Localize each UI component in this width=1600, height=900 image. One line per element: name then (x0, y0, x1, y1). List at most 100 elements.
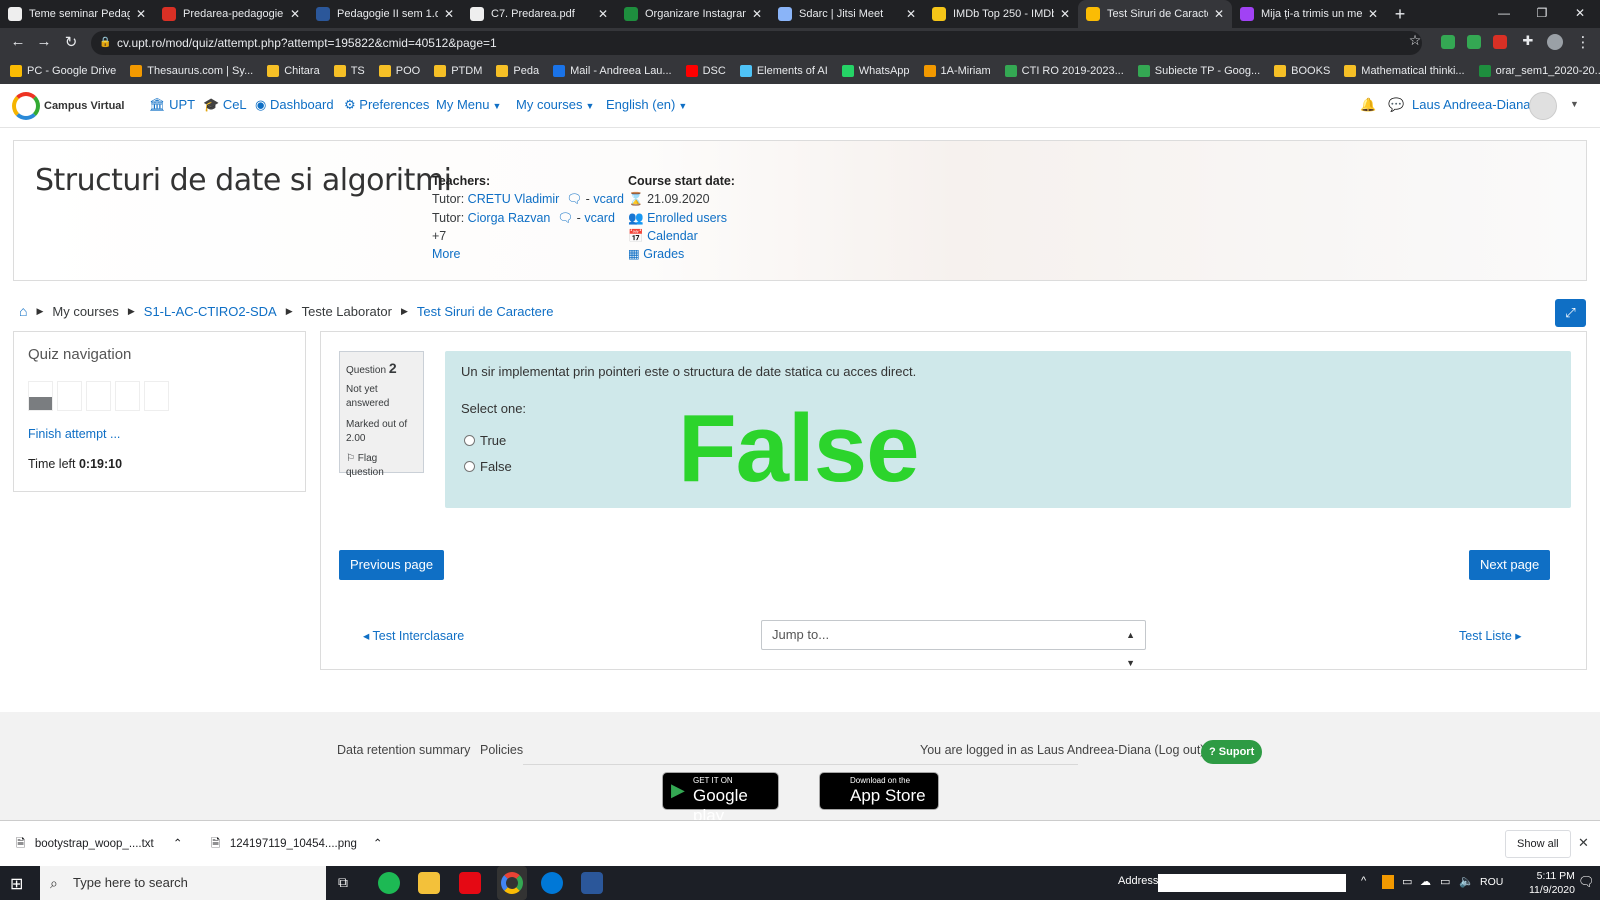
tray-chevron-icon[interactable]: ^ (1361, 875, 1366, 887)
campus-virtual-logo[interactable]: Campus Virtual (12, 92, 125, 120)
puzzle-icon[interactable]: ✚ (1518, 33, 1538, 49)
minimize-window-button[interactable]: — (1485, 0, 1523, 28)
chat-icon[interactable]: 💬 (1388, 97, 1404, 113)
address-bar[interactable]: 🔒 cv.upt.ro/mod/quiz/attempt.php?attempt… (91, 31, 1422, 55)
breadcrumb-course[interactable]: S1-L-AC-CTIRO2-SDA (144, 304, 277, 319)
chevron-up-icon[interactable]: ⌃ (373, 838, 383, 850)
tab-close-icon[interactable]: ✕ (444, 7, 454, 21)
tutor-link[interactable]: Ciorga Razvan (468, 211, 551, 225)
user-avatar[interactable] (1529, 92, 1557, 120)
windows-start-icon[interactable]: ⊞ (10, 874, 23, 894)
previous-page-button[interactable]: Previous page (339, 550, 445, 580)
tab-close-icon[interactable]: ✕ (290, 7, 300, 21)
reload-icon[interactable]: ↻ (61, 33, 81, 51)
browser-tab[interactable]: Teme seminar Pedagog ✕ (0, 0, 154, 28)
forward-icon[interactable]: → (34, 33, 54, 50)
task-view-icon[interactable]: ⧉ (338, 874, 348, 891)
bookmark-item[interactable]: orar_sem1_2020-20... (1478, 65, 1600, 77)
expand-icon[interactable]: ⤢ (1555, 299, 1586, 327)
radio-false[interactable] (464, 461, 475, 472)
system-clock[interactable]: 5:11 PM 11/9/2020 (1529, 869, 1575, 897)
more-link[interactable]: More (432, 247, 460, 261)
restore-window-button[interactable]: ❐ (1523, 0, 1561, 28)
radio-true[interactable] (464, 435, 475, 446)
option-true[interactable]: True (464, 433, 506, 448)
home-icon[interactable]: ⌂ (19, 303, 27, 319)
nav-preferences[interactable]: ⚙ Preferences (344, 97, 429, 113)
browser-tab[interactable]: Organizare Instagram - ✕ (616, 0, 770, 28)
bookmark-item[interactable]: Peda (496, 65, 539, 77)
network-icon[interactable]: ▭ (1402, 875, 1412, 888)
question-nav-button[interactable] (115, 381, 140, 411)
volume-icon[interactable]: 🔈 (1459, 874, 1474, 888)
spotify-icon[interactable] (378, 872, 400, 894)
bookmark-item[interactable]: Mathematical thinki... (1344, 65, 1465, 77)
bookmark-item[interactable]: Chitara (267, 65, 320, 77)
notification-icon[interactable]: 🗨 (1578, 874, 1595, 890)
data-retention-link[interactable]: Data retention summary (337, 743, 470, 757)
bell-icon[interactable]: 🔔 (1360, 97, 1376, 113)
policies-link[interactable]: Policies (480, 743, 523, 757)
bookmark-item[interactable]: CTI RO 2019-2023... (1004, 65, 1124, 77)
jump-to-select[interactable]: Jump to... ▲ ▼ (761, 620, 1146, 668)
edge-icon[interactable] (541, 872, 563, 894)
bookmark-item[interactable]: POO (378, 65, 420, 77)
show-all-button[interactable]: Show all (1505, 830, 1571, 858)
nav-language[interactable]: English (en) ▼ (606, 97, 687, 112)
user-menu-caret-icon[interactable]: ▼ (1570, 99, 1579, 109)
finish-attempt-link[interactable]: Finish attempt ... (28, 427, 120, 441)
profile-avatar[interactable] (1547, 34, 1563, 50)
browser-tab[interactable]: Pedagogie II sem 1.doc ✕ (308, 0, 462, 28)
vcard-link[interactable]: vcard (584, 211, 615, 225)
close-shelf-icon[interactable]: ✕ (1578, 835, 1589, 851)
nav-dashboard[interactable]: ◉ Dashboard (255, 97, 334, 113)
grades-link[interactable]: Grades (643, 247, 684, 261)
bookmark-item[interactable]: Elements of AI (739, 65, 828, 77)
download-item[interactable]: 🗎 124197119_10454....png ⌃ (211, 821, 383, 867)
input-language[interactable]: ROU (1480, 876, 1503, 888)
nav-cel[interactable]: 🎓 CeL (203, 97, 247, 113)
extension-icon[interactable] (1467, 35, 1481, 49)
message-icon[interactable]: 🗨 (566, 192, 582, 206)
bookmark-item[interactable]: Thesaurus.com | Sy... (130, 65, 253, 77)
breadcrumb-my-courses[interactable]: My courses (52, 304, 118, 319)
question-nav-button[interactable] (144, 381, 169, 411)
taskbar-search[interactable]: ⌕ Type here to search (40, 866, 326, 900)
tab-close-icon[interactable]: ✕ (598, 7, 608, 21)
bookmark-star-icon[interactable]: ☆ (1405, 32, 1425, 49)
option-false-label[interactable]: False (480, 459, 512, 474)
extension-icon[interactable] (1441, 35, 1455, 49)
browser-tab[interactable]: Mija ți-a trimis un mes ✕ (1232, 0, 1386, 28)
option-true-label[interactable]: True (480, 433, 506, 448)
bookmark-item[interactable]: TS (333, 65, 365, 77)
menu-dots-icon[interactable]: ⋮ (1573, 33, 1593, 51)
word-icon[interactable] (581, 872, 603, 894)
prev-activity-link[interactable]: ◂ Test Interclasare (363, 628, 464, 643)
chevron-up-icon[interactable]: ⌃ (173, 838, 183, 850)
bookmark-item[interactable]: PC - Google Drive (10, 65, 116, 77)
question-nav-button[interactable] (86, 381, 111, 411)
question-nav-button[interactable] (28, 381, 53, 411)
cloud-icon[interactable]: ☁ (1420, 875, 1431, 888)
bookmark-item[interactable]: PTDM (434, 65, 482, 77)
bookmark-item[interactable]: Mail - Andreea Lau... (553, 65, 672, 77)
new-tab-button[interactable]: + (1386, 0, 1414, 28)
close-window-button[interactable]: ✕ (1561, 0, 1599, 28)
breadcrumb-quiz[interactable]: Test Siruri de Caractere (417, 304, 554, 319)
tray-app-icon[interactable] (1382, 875, 1394, 889)
option-false[interactable]: False (464, 459, 512, 474)
tutor-link[interactable]: CRETU Vladimir (468, 192, 560, 206)
extension-icon[interactable] (1493, 35, 1507, 49)
flag-question[interactable]: ⚐ Flag question (346, 452, 417, 480)
message-icon[interactable]: 🗨 (557, 211, 573, 225)
netflix-icon[interactable] (459, 872, 481, 894)
nav-my-menu[interactable]: My Menu ▼ (436, 97, 501, 112)
nav-upt[interactable]: 🏛 UPT (149, 97, 195, 113)
breadcrumb-section[interactable]: Teste Laborator (302, 304, 392, 319)
next-page-button[interactable]: Next page (1469, 550, 1551, 580)
tab-close-icon[interactable]: ✕ (1368, 7, 1378, 21)
chrome-taskbar-button[interactable] (497, 866, 527, 900)
calendar-link[interactable]: Calendar (647, 229, 698, 243)
google-play-badge[interactable]: ▶ GET IT ON Google play (662, 772, 779, 825)
nav-my-courses[interactable]: My courses ▼ (516, 97, 594, 112)
